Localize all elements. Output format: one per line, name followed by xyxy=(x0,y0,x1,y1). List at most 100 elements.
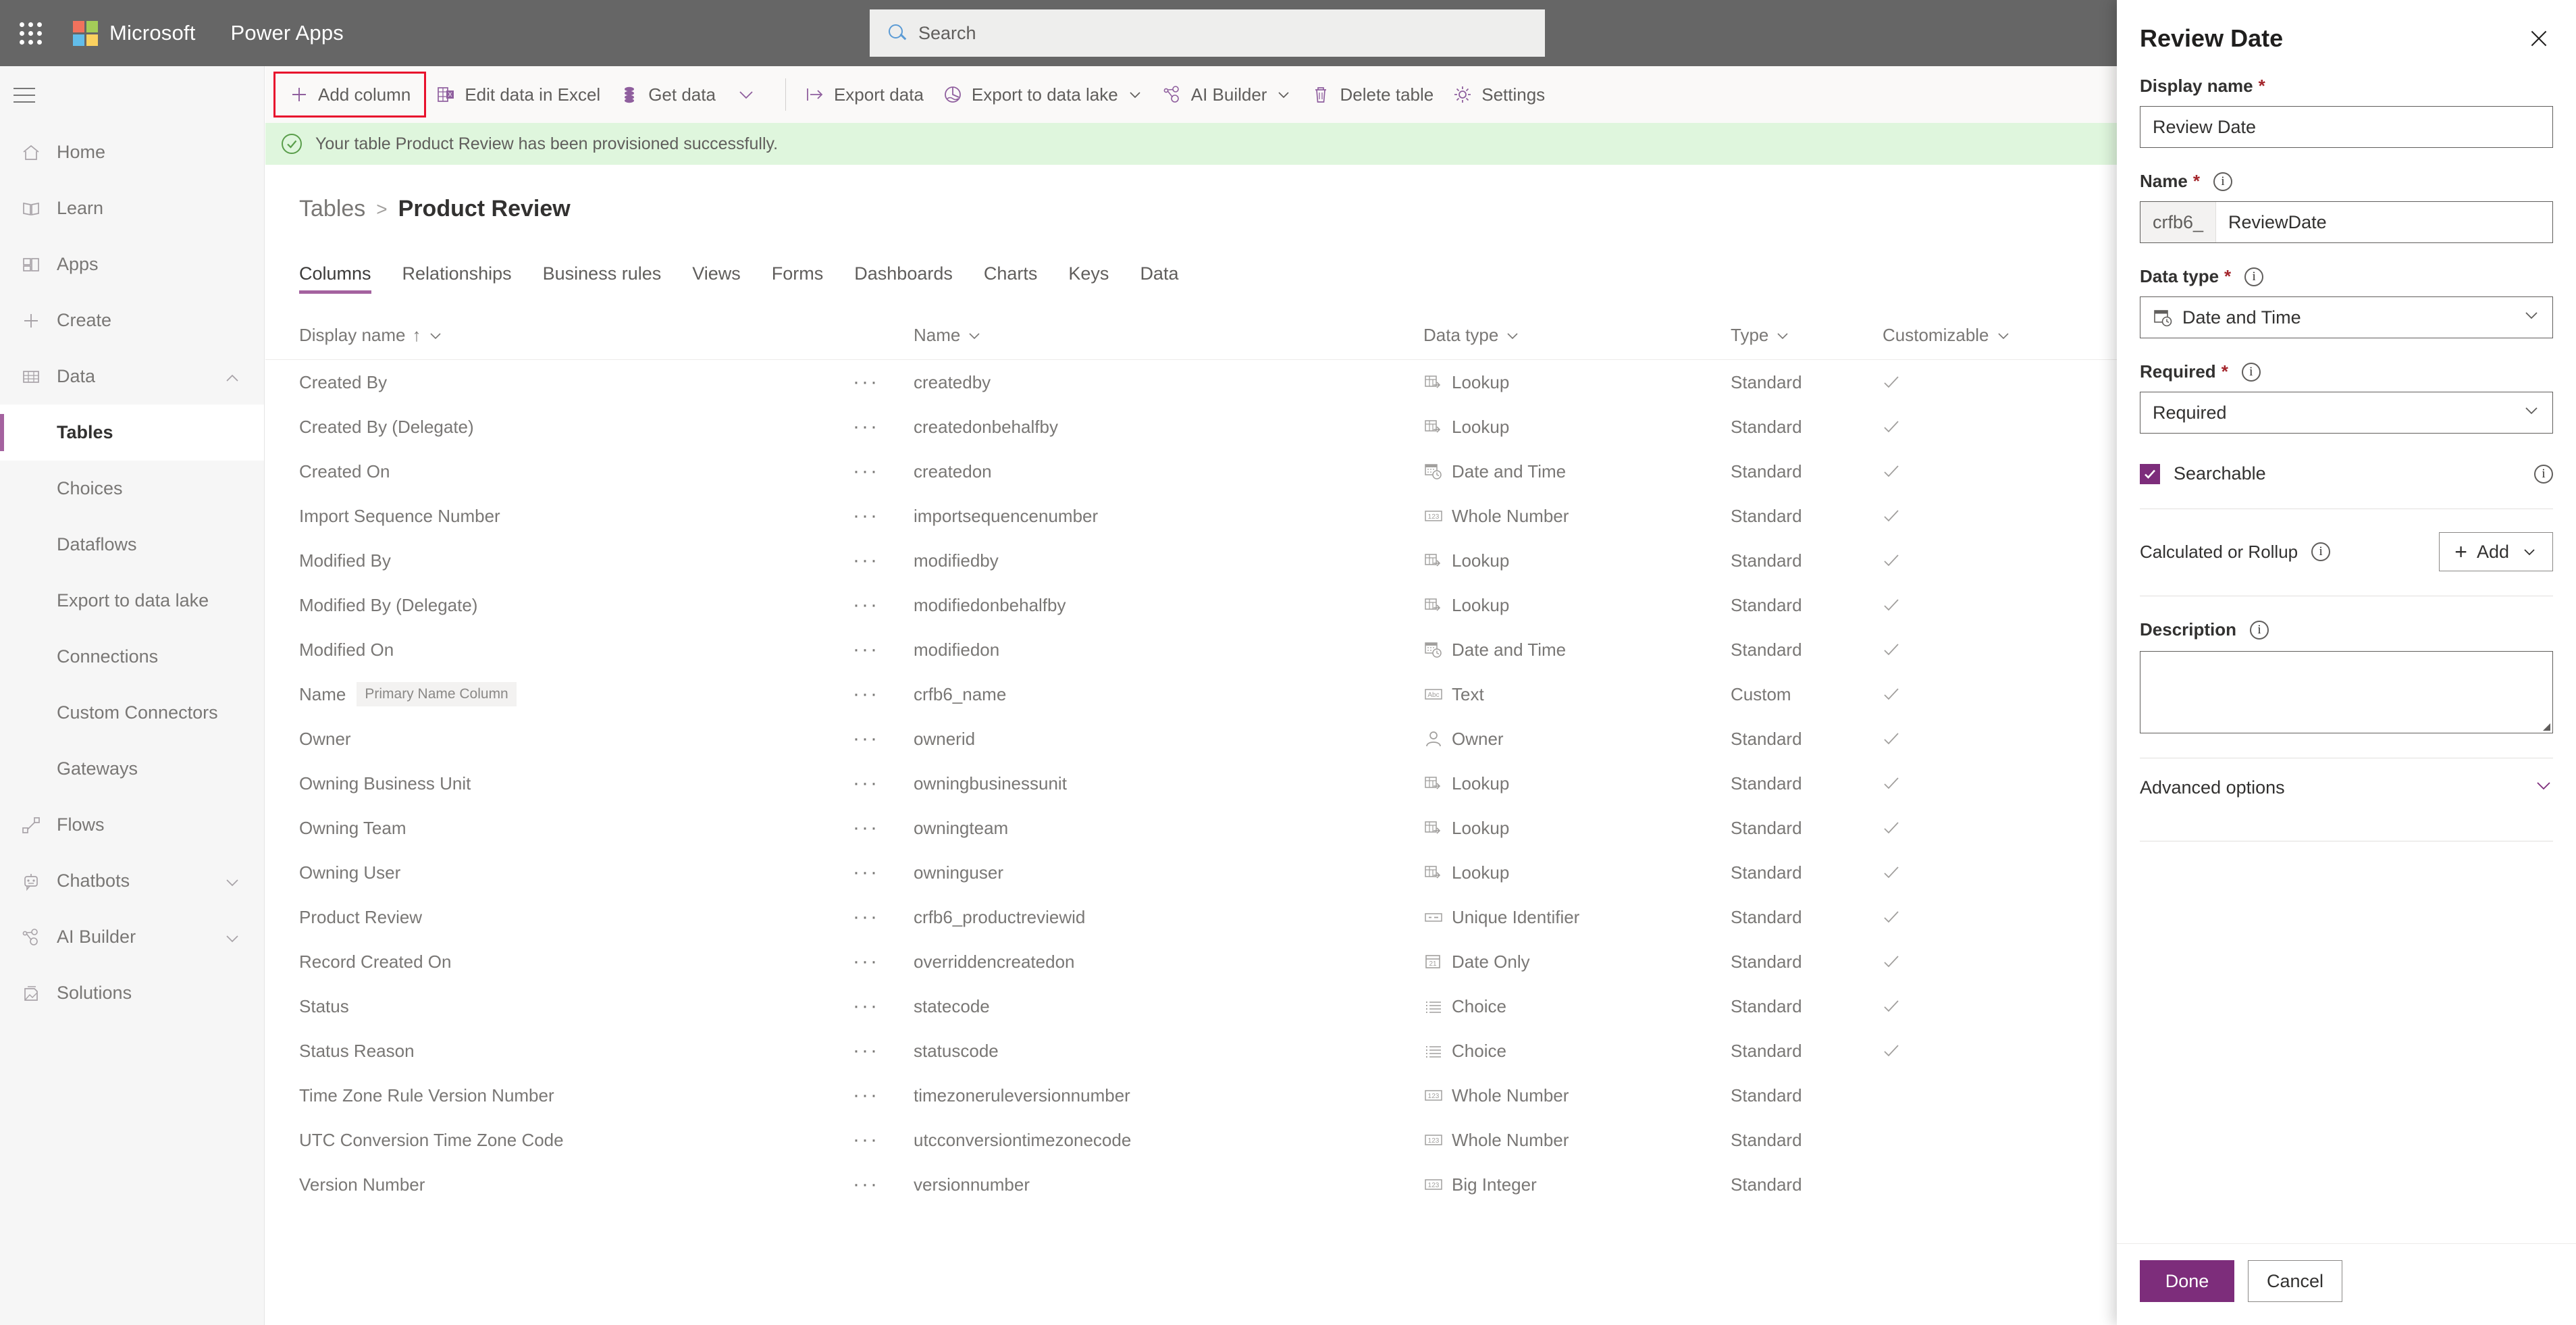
chevron-down-icon[interactable] xyxy=(225,930,240,945)
row-more-actions-button[interactable]: ··· xyxy=(853,914,879,920)
export-to-data-lake-button[interactable]: Export to data lake xyxy=(933,73,1153,116)
chevron-down-icon[interactable] xyxy=(1127,86,1143,103)
waffle-menu-button[interactable] xyxy=(0,0,61,66)
table-row[interactable]: Owning User ··· owninguser Lookup Standard xyxy=(265,850,2225,895)
row-more-actions-button[interactable]: ··· xyxy=(853,468,879,475)
tab-relationships[interactable]: Relationships xyxy=(402,263,512,294)
breadcrumb-parent[interactable]: Tables xyxy=(299,196,365,222)
table-row[interactable]: Modified By (Delegate) ··· modifiedonbehal… xyxy=(265,583,2225,627)
table-row[interactable]: Name Primary Name Column ··· crfb6_name Abc T… xyxy=(265,672,2225,717)
chevron-up-icon[interactable] xyxy=(225,369,240,384)
table-row[interactable]: Status Reason ··· statuscode Choice Standard xyxy=(265,1029,2225,1073)
advanced-options-toggle[interactable]: Advanced options xyxy=(2140,758,2553,816)
column-header-name[interactable]: Name xyxy=(914,325,1423,346)
export-data-button[interactable]: Export data xyxy=(795,73,933,116)
table-row[interactable]: Created By ··· createdby Lookup Standard xyxy=(265,360,2225,405)
search-input[interactable]: Search xyxy=(870,9,1545,57)
table-row[interactable]: Modified By ··· modifiedby Lookup Standard xyxy=(265,538,2225,583)
sidebar-item-custom-connectors[interactable]: Custom Connectors xyxy=(0,685,264,741)
info-icon[interactable]: i xyxy=(2311,542,2331,561)
sidebar-item-choices[interactable]: Choices xyxy=(0,461,264,517)
tab-views[interactable]: Views xyxy=(692,263,741,294)
column-header-customizable[interactable]: Customizable xyxy=(1883,325,2045,346)
table-row[interactable]: Owning Team ··· owningteam Lookup Standard xyxy=(265,806,2225,850)
info-icon[interactable]: i xyxy=(2250,620,2269,640)
table-row[interactable]: Owner ··· ownerid Owner Standard xyxy=(265,717,2225,761)
done-button[interactable]: Done xyxy=(2140,1260,2234,1302)
sidebar-item-dataflows[interactable]: Dataflows xyxy=(0,517,264,573)
sidebar-item-ai-builder[interactable]: AI Builder xyxy=(0,909,264,965)
row-more-actions-button[interactable]: ··· xyxy=(853,1137,879,1143)
info-icon[interactable]: i xyxy=(2241,362,2261,382)
row-more-actions-button[interactable]: ··· xyxy=(853,602,879,608)
table-row[interactable]: Time Zone Rule Version Number ··· timezone… xyxy=(265,1073,2225,1118)
delete-table-button[interactable]: Delete table xyxy=(1301,73,1443,116)
table-row[interactable]: Owning Business Unit ··· owningbusinessuni… xyxy=(265,761,2225,806)
tab-data[interactable]: Data xyxy=(1140,263,1178,294)
table-row[interactable]: Product Review ··· crfb6_productreviewid Un… xyxy=(265,895,2225,939)
table-row[interactable]: Modified On ··· modifiedon Date and Time Sta… xyxy=(265,627,2225,672)
tab-columns[interactable]: Columns xyxy=(299,263,371,294)
display-name-field[interactable]: Review Date xyxy=(2140,106,2553,148)
row-more-actions-button[interactable]: ··· xyxy=(853,1092,879,1099)
searchable-checkbox[interactable] xyxy=(2140,463,2160,484)
table-row[interactable]: Created By (Delegate) ··· createdonbehalfb… xyxy=(265,405,2225,449)
chevron-down-icon[interactable] xyxy=(428,328,443,343)
chevron-down-icon[interactable] xyxy=(1505,328,1520,343)
sidebar-item-apps[interactable]: Apps xyxy=(0,236,264,292)
chevron-down-icon[interactable] xyxy=(225,874,240,889)
column-header-display-name[interactable]: Display name ↑ xyxy=(265,325,853,346)
row-more-actions-button[interactable]: ··· xyxy=(853,869,879,876)
row-more-actions-button[interactable]: ··· xyxy=(853,646,879,653)
sidebar-item-home[interactable]: Home xyxy=(0,124,264,180)
table-row[interactable]: Version Number ··· versionnumber 123 Big Int… xyxy=(265,1162,2225,1207)
table-row[interactable]: Import Sequence Number ··· importsequencen… xyxy=(265,494,2225,538)
table-row[interactable]: UTC Conversion Time Zone Code ··· utcconve… xyxy=(265,1118,2225,1162)
data-type-select[interactable]: Date and Time xyxy=(2140,296,2553,338)
row-more-actions-button[interactable]: ··· xyxy=(853,513,879,519)
settings-button[interactable]: Settings xyxy=(1443,73,1554,116)
add-column-button[interactable]: Add column xyxy=(273,72,427,118)
row-more-actions-button[interactable]: ··· xyxy=(853,958,879,965)
sidebar-item-learn[interactable]: Learn xyxy=(0,180,264,236)
description-textarea[interactable] xyxy=(2140,651,2553,733)
tab-dashboards[interactable]: Dashboards xyxy=(854,263,953,294)
ai-builder-button[interactable]: AI Builder xyxy=(1153,73,1302,116)
row-more-actions-button[interactable]: ··· xyxy=(853,1003,879,1010)
row-more-actions-button[interactable]: ··· xyxy=(853,1047,879,1054)
sidebar-item-tables[interactable]: Tables xyxy=(0,405,264,461)
name-field[interactable]: crfb6_ ReviewDate xyxy=(2140,201,2553,243)
add-button[interactable]: + Add xyxy=(2439,532,2553,571)
chevron-down-icon[interactable] xyxy=(1775,328,1790,343)
sidebar-item-gateways[interactable]: Gateways xyxy=(0,741,264,797)
overflow-button[interactable] xyxy=(725,73,776,116)
row-more-actions-button[interactable]: ··· xyxy=(853,825,879,831)
sidebar-toggle-button[interactable] xyxy=(0,66,264,124)
info-icon[interactable]: i xyxy=(2213,172,2232,191)
info-icon[interactable]: i xyxy=(2534,464,2553,484)
tab-business-rules[interactable]: Business rules xyxy=(543,263,662,294)
row-more-actions-button[interactable]: ··· xyxy=(853,780,879,787)
sidebar-item-create[interactable]: Create xyxy=(0,292,264,348)
sidebar-item-chatbots[interactable]: Chatbots xyxy=(0,853,264,909)
row-more-actions-button[interactable]: ··· xyxy=(853,691,879,698)
close-icon[interactable] xyxy=(2525,24,2553,53)
row-more-actions-button[interactable]: ··· xyxy=(853,735,879,742)
row-more-actions-button[interactable]: ··· xyxy=(853,379,879,386)
tab-keys[interactable]: Keys xyxy=(1068,263,1109,294)
cancel-button[interactable]: Cancel xyxy=(2248,1260,2342,1302)
required-select[interactable]: Required xyxy=(2140,392,2553,434)
info-icon[interactable]: i xyxy=(2244,267,2264,286)
name-value[interactable]: ReviewDate xyxy=(2216,202,2339,242)
column-header-type[interactable]: Type xyxy=(1731,325,1883,346)
tab-charts[interactable]: Charts xyxy=(984,263,1038,294)
row-more-actions-button[interactable]: ··· xyxy=(853,557,879,564)
chevron-down-icon[interactable] xyxy=(1996,328,2011,343)
sidebar-item-data[interactable]: Data xyxy=(0,348,264,405)
chevron-down-icon[interactable] xyxy=(967,328,982,343)
sidebar-item-export-to-data-lake[interactable]: Export to data lake xyxy=(0,573,264,629)
sidebar-item-connections[interactable]: Connections xyxy=(0,629,264,685)
table-row[interactable]: Status ··· statecode Choice Standard xyxy=(265,984,2225,1029)
row-more-actions-button[interactable]: ··· xyxy=(853,1181,879,1188)
sidebar-item-flows[interactable]: Flows xyxy=(0,797,264,853)
